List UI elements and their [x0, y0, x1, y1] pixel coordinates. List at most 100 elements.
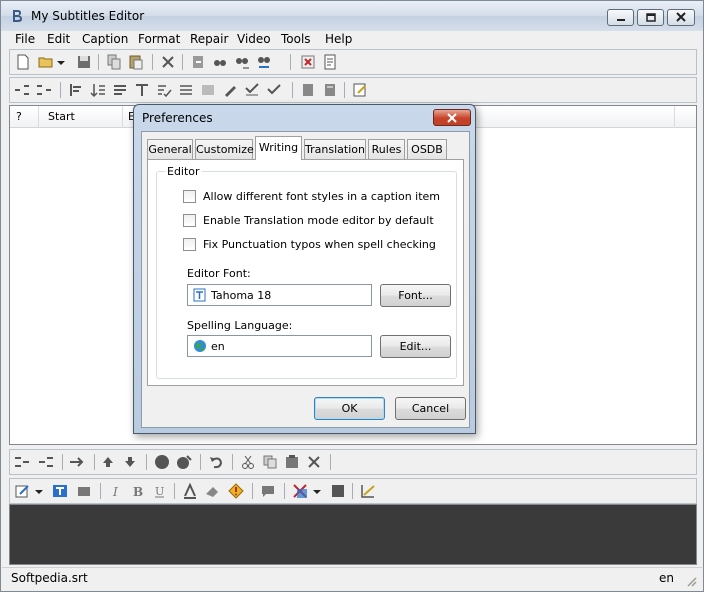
toolbar-separator	[174, 483, 175, 499]
translation-mode-label[interactable]: Enable Translation mode editor by defaul…	[203, 214, 434, 227]
allow-font-styles-label[interactable]: Allow different font styles in a caption…	[203, 190, 440, 203]
dropdown-arrow-icon[interactable]	[56, 54, 66, 70]
dropdown-arrow-icon[interactable]	[34, 483, 44, 499]
minimize-icon	[616, 19, 625, 21]
font-file-icon	[193, 288, 206, 302]
cancel-button[interactable]: Cancel	[395, 397, 466, 420]
menu-video[interactable]: Video	[237, 32, 271, 46]
spell-check-icon[interactable]	[244, 82, 260, 98]
timing-icon[interactable]	[112, 82, 128, 98]
ok-button[interactable]: OK	[314, 397, 385, 420]
book-icon[interactable]	[322, 82, 338, 98]
edit-icon[interactable]	[352, 82, 368, 98]
notes-icon[interactable]	[200, 82, 216, 98]
dropdown-arrow-icon[interactable]	[312, 483, 322, 499]
allow-font-styles-checkbox[interactable]	[183, 190, 196, 203]
find-next-icon[interactable]	[234, 54, 250, 70]
record-icon[interactable]	[154, 454, 170, 470]
find-icon[interactable]	[212, 54, 228, 70]
edit-icon[interactable]	[14, 483, 30, 499]
paste-icon[interactable]	[128, 54, 144, 70]
tab-translation[interactable]: Translation	[304, 139, 366, 159]
spell-icon[interactable]	[178, 82, 194, 98]
insert-before-icon[interactable]	[14, 454, 30, 470]
toolbar-separator	[182, 54, 183, 70]
menu-file[interactable]: File	[15, 32, 35, 46]
stop-icon[interactable]	[300, 54, 316, 70]
properties-icon[interactable]	[322, 54, 338, 70]
tab-osdb[interactable]: OSDB	[407, 139, 447, 159]
spell-check-icon[interactable]	[266, 82, 282, 98]
column-divider	[122, 106, 123, 128]
move-icon[interactable]	[68, 454, 84, 470]
resize-grip-icon[interactable]	[686, 576, 698, 588]
delete-icon[interactable]	[160, 54, 176, 70]
new-file-icon[interactable]	[15, 54, 31, 70]
edit-icon[interactable]	[222, 82, 238, 98]
caption-toolbar	[9, 449, 697, 475]
down-arrow-icon[interactable]	[122, 454, 138, 470]
text-icon[interactable]	[52, 483, 68, 499]
toolbar-separator	[292, 82, 293, 98]
translation-mode-checkbox[interactable]	[183, 214, 196, 227]
fix-punctuation-label[interactable]: Fix Punctuation typos when spell checkin…	[203, 238, 436, 251]
up-arrow-icon[interactable]	[100, 454, 116, 470]
underline-icon[interactable]: U	[152, 483, 168, 499]
delete-icon[interactable]	[306, 454, 322, 470]
minimize-button[interactable]	[607, 9, 634, 26]
sort-icon[interactable]	[90, 82, 106, 98]
cut-icon[interactable]	[240, 454, 256, 470]
join-icon[interactable]	[36, 82, 52, 98]
square-icon[interactable]	[330, 483, 346, 499]
menu-help[interactable]: Help	[325, 32, 352, 46]
check-icon[interactable]	[156, 82, 172, 98]
insert-after-icon[interactable]	[38, 454, 54, 470]
import-icon[interactable]	[190, 54, 206, 70]
paste-icon[interactable]	[284, 454, 300, 470]
dialog-close-button[interactable]	[433, 109, 471, 126]
font-color-icon[interactable]	[182, 483, 198, 499]
dialog-title: Preferences	[142, 111, 213, 125]
format-icon[interactable]	[134, 82, 150, 98]
italic-icon[interactable]: I	[108, 483, 124, 499]
caption-text-editor[interactable]	[9, 504, 697, 565]
tab-general[interactable]: General	[147, 139, 193, 159]
comment-icon[interactable]	[260, 483, 276, 499]
copy-icon[interactable]	[262, 454, 278, 470]
font-button[interactable]: Font...	[380, 284, 451, 307]
align-icon[interactable]	[68, 82, 84, 98]
column-header-start[interactable]: Start	[48, 110, 75, 123]
fix-punctuation-checkbox[interactable]	[183, 238, 196, 251]
save-icon[interactable]	[76, 54, 92, 70]
main-toolbar	[9, 49, 697, 75]
warning-icon[interactable]	[228, 483, 244, 499]
undo-icon[interactable]	[208, 454, 224, 470]
tab-rules[interactable]: Rules	[368, 139, 405, 159]
split-icon[interactable]	[14, 82, 30, 98]
translate-icon[interactable]	[292, 483, 308, 499]
menu-edit[interactable]: Edit	[47, 32, 70, 46]
book-icon[interactable]	[300, 82, 316, 98]
maximize-button[interactable]	[637, 9, 664, 26]
tab-customize[interactable]: Customize	[195, 139, 254, 159]
menu-caption[interactable]: Caption	[82, 32, 128, 46]
eraser-icon[interactable]	[204, 483, 220, 499]
edit-language-button[interactable]: Edit...	[380, 335, 451, 358]
tab-writing[interactable]: Writing	[255, 136, 302, 160]
app-logo-icon	[13, 10, 22, 22]
close-icon	[676, 12, 686, 22]
copy-icon[interactable]	[106, 54, 122, 70]
tag-icon[interactable]	[176, 454, 192, 470]
status-language: en	[659, 571, 674, 585]
menu-format[interactable]: Format	[138, 32, 180, 46]
open-folder-icon[interactable]	[38, 54, 54, 70]
close-button[interactable]	[667, 9, 695, 26]
menu-repair[interactable]: Repair	[190, 32, 228, 46]
column-header-status[interactable]: ?	[16, 110, 22, 123]
chart-icon[interactable]	[360, 483, 376, 499]
bold-icon[interactable]: B	[130, 483, 146, 499]
video-icon[interactable]	[76, 483, 92, 499]
menu-tools[interactable]: Tools	[281, 32, 311, 46]
status-bar: Softpedia.srt en	[2, 567, 702, 591]
replace-icon[interactable]	[256, 54, 272, 70]
